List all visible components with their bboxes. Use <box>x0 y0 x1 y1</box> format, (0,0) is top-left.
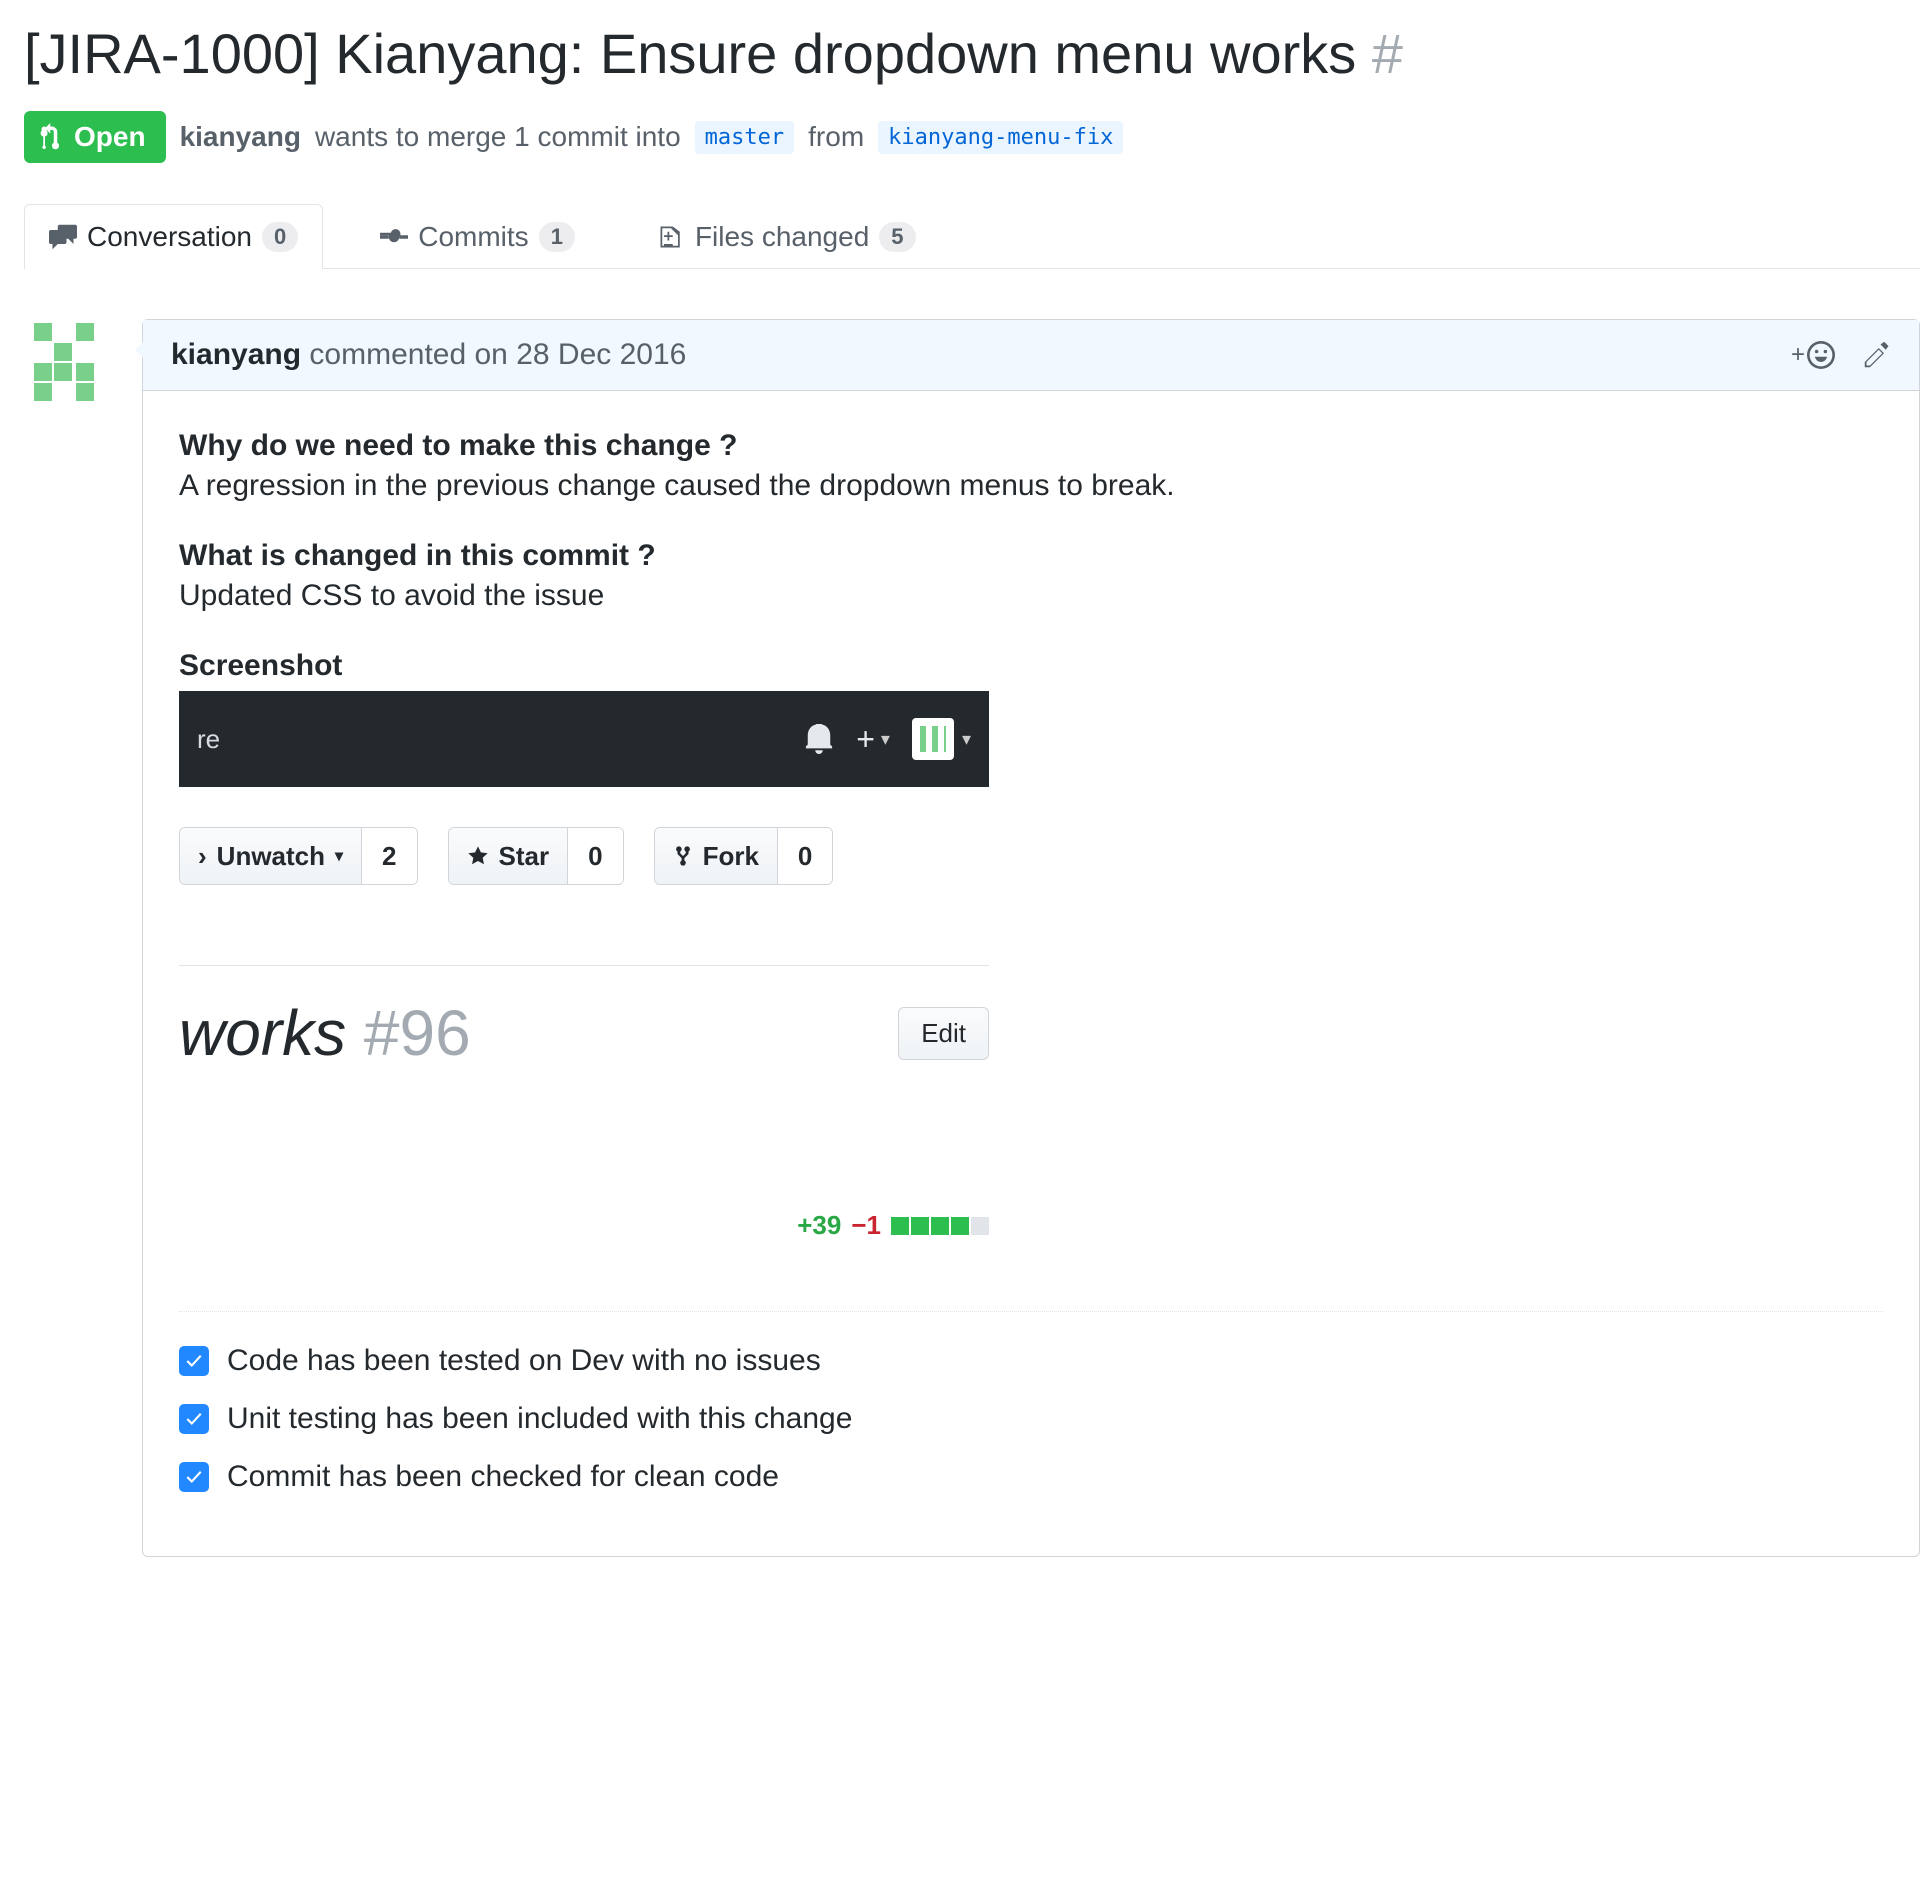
tab-commits-label: Commits <box>418 221 528 253</box>
fork-count[interactable]: 0 <box>778 828 832 884</box>
embedded-screenshot: re +▾ ▾ › Unwatch <box>179 691 989 1241</box>
head-branch[interactable]: kianyang-menu-fix <box>878 121 1123 154</box>
star-button[interactable]: Star <box>449 828 569 884</box>
checklist-label: Code has been tested on Dev with no issu… <box>227 1344 821 1378</box>
ss-user-menu[interactable]: ▾ <box>912 718 971 760</box>
ss-title-text: works <box>179 997 346 1069</box>
git-pull-request-icon <box>38 123 66 151</box>
checklist-item[interactable]: Code has been tested on Dev with no issu… <box>179 1332 1883 1390</box>
checklist-label: Commit has been checked for clean code <box>227 1460 779 1494</box>
ss-topbar-text: re <box>197 724 220 755</box>
checkbox-checked-icon[interactable] <box>179 1404 209 1434</box>
answer-what: Updated CSS to avoid the issue <box>179 579 1883 613</box>
unwatch-button[interactable]: › Unwatch ▾ <box>180 828 362 884</box>
unwatch-label: Unwatch <box>217 841 325 872</box>
star-group: Star 0 <box>448 827 624 885</box>
repo-forked-icon <box>673 845 693 867</box>
comment-box: kianyang commented on 28 Dec 2016 + Why … <box>142 319 1920 1557</box>
diffstat: +39 −1 <box>179 1210 989 1241</box>
pr-title-text: [JIRA-1000] Kianyang: Ensure dropdown me… <box>24 22 1356 85</box>
comment-verb: commented <box>309 338 466 371</box>
comment-body: Why do we need to make this change ? A r… <box>143 391 1919 1556</box>
state-label: Open <box>74 121 146 153</box>
tab-conversation[interactable]: Conversation 0 <box>24 204 323 269</box>
checklist-item[interactable]: Unit testing has been included with this… <box>179 1390 1883 1448</box>
deletions: −1 <box>851 1210 881 1241</box>
heading-why: Why do we need to make this change ? <box>179 429 1883 463</box>
merge-text: wants to merge 1 commit into <box>315 121 681 153</box>
pr-meta-row: Open kianyang wants to merge 1 commit in… <box>24 111 1920 163</box>
heading-screenshot: Screenshot <box>179 649 1883 683</box>
ss-title: works #96 <box>179 996 471 1070</box>
checklist-item[interactable]: Commit has been checked for clean code <box>179 1448 1883 1506</box>
ss-topbar: re +▾ ▾ <box>179 691 989 787</box>
social-row: › Unwatch ▾ 2 Star 0 <box>179 827 989 885</box>
tab-files-count: 5 <box>879 222 915 252</box>
answer-why: A regression in the previous change caus… <box>179 469 1883 503</box>
pencil-icon[interactable] <box>1863 341 1891 369</box>
tab-files[interactable]: Files changed 5 <box>632 204 941 269</box>
fork-button[interactable]: Fork <box>655 828 778 884</box>
bell-icon[interactable] <box>804 724 834 754</box>
avatar[interactable] <box>24 319 112 407</box>
comment-header: kianyang commented on 28 Dec 2016 + <box>143 320 1919 391</box>
checklist-label: Unit testing has been included with this… <box>227 1402 852 1436</box>
ss-title-row: works #96 Edit <box>179 996 989 1070</box>
checkbox-checked-icon[interactable] <box>179 1462 209 1492</box>
checkbox-checked-icon[interactable] <box>179 1346 209 1376</box>
additions: +39 <box>797 1210 841 1241</box>
star-icon <box>467 845 489 867</box>
comment-date-prefix: on <box>475 338 508 371</box>
star-count[interactable]: 0 <box>568 828 622 884</box>
pr-title: [JIRA-1000] Kianyang: Ensure dropdown me… <box>24 20 1920 87</box>
comment-actions: + <box>1791 341 1891 369</box>
pr-number-hash: # <box>1372 22 1403 85</box>
plus-dropdown[interactable]: +▾ <box>856 721 890 758</box>
tab-commits-count: 1 <box>539 222 575 252</box>
unwatch-count[interactable]: 2 <box>362 828 416 884</box>
file-diff-icon <box>657 223 685 251</box>
star-label: Star <box>499 841 550 872</box>
pr-tabs: Conversation 0 Commits 1 Files changed 5 <box>24 203 1920 269</box>
add-reaction-button[interactable]: + <box>1791 341 1835 369</box>
comment-date[interactable]: 28 Dec 2016 <box>516 338 686 371</box>
comment-author[interactable]: kianyang <box>171 338 301 371</box>
tab-conversation-count: 0 <box>262 222 298 252</box>
ss-avatar-icon <box>912 718 954 760</box>
unwatch-group: › Unwatch ▾ 2 <box>179 827 418 885</box>
timeline: kianyang commented on 28 Dec 2016 + Why … <box>24 319 1920 1557</box>
comment-discussion-icon <box>49 223 77 251</box>
edit-button[interactable]: Edit <box>898 1007 989 1060</box>
diffbar <box>891 1217 989 1235</box>
ss-title-number: #96 <box>364 997 471 1069</box>
smiley-icon <box>1807 341 1835 369</box>
tab-files-label: Files changed <box>695 221 869 253</box>
git-commit-icon <box>380 223 408 251</box>
divider <box>179 965 989 966</box>
tab-conversation-label: Conversation <box>87 221 252 253</box>
fork-label: Fork <box>703 841 759 872</box>
fork-group: Fork 0 <box>654 827 834 885</box>
comment-byline: kianyang commented on 28 Dec 2016 <box>171 338 686 372</box>
tab-commits[interactable]: Commits 1 <box>355 204 600 269</box>
heading-what: What is changed in this commit ? <box>179 539 1883 573</box>
from-text: from <box>808 121 864 153</box>
checklist: Code has been tested on Dev with no issu… <box>179 1311 1883 1506</box>
state-badge-open: Open <box>24 111 166 163</box>
base-branch[interactable]: master <box>695 121 794 154</box>
pr-author-link[interactable]: kianyang <box>180 121 301 153</box>
